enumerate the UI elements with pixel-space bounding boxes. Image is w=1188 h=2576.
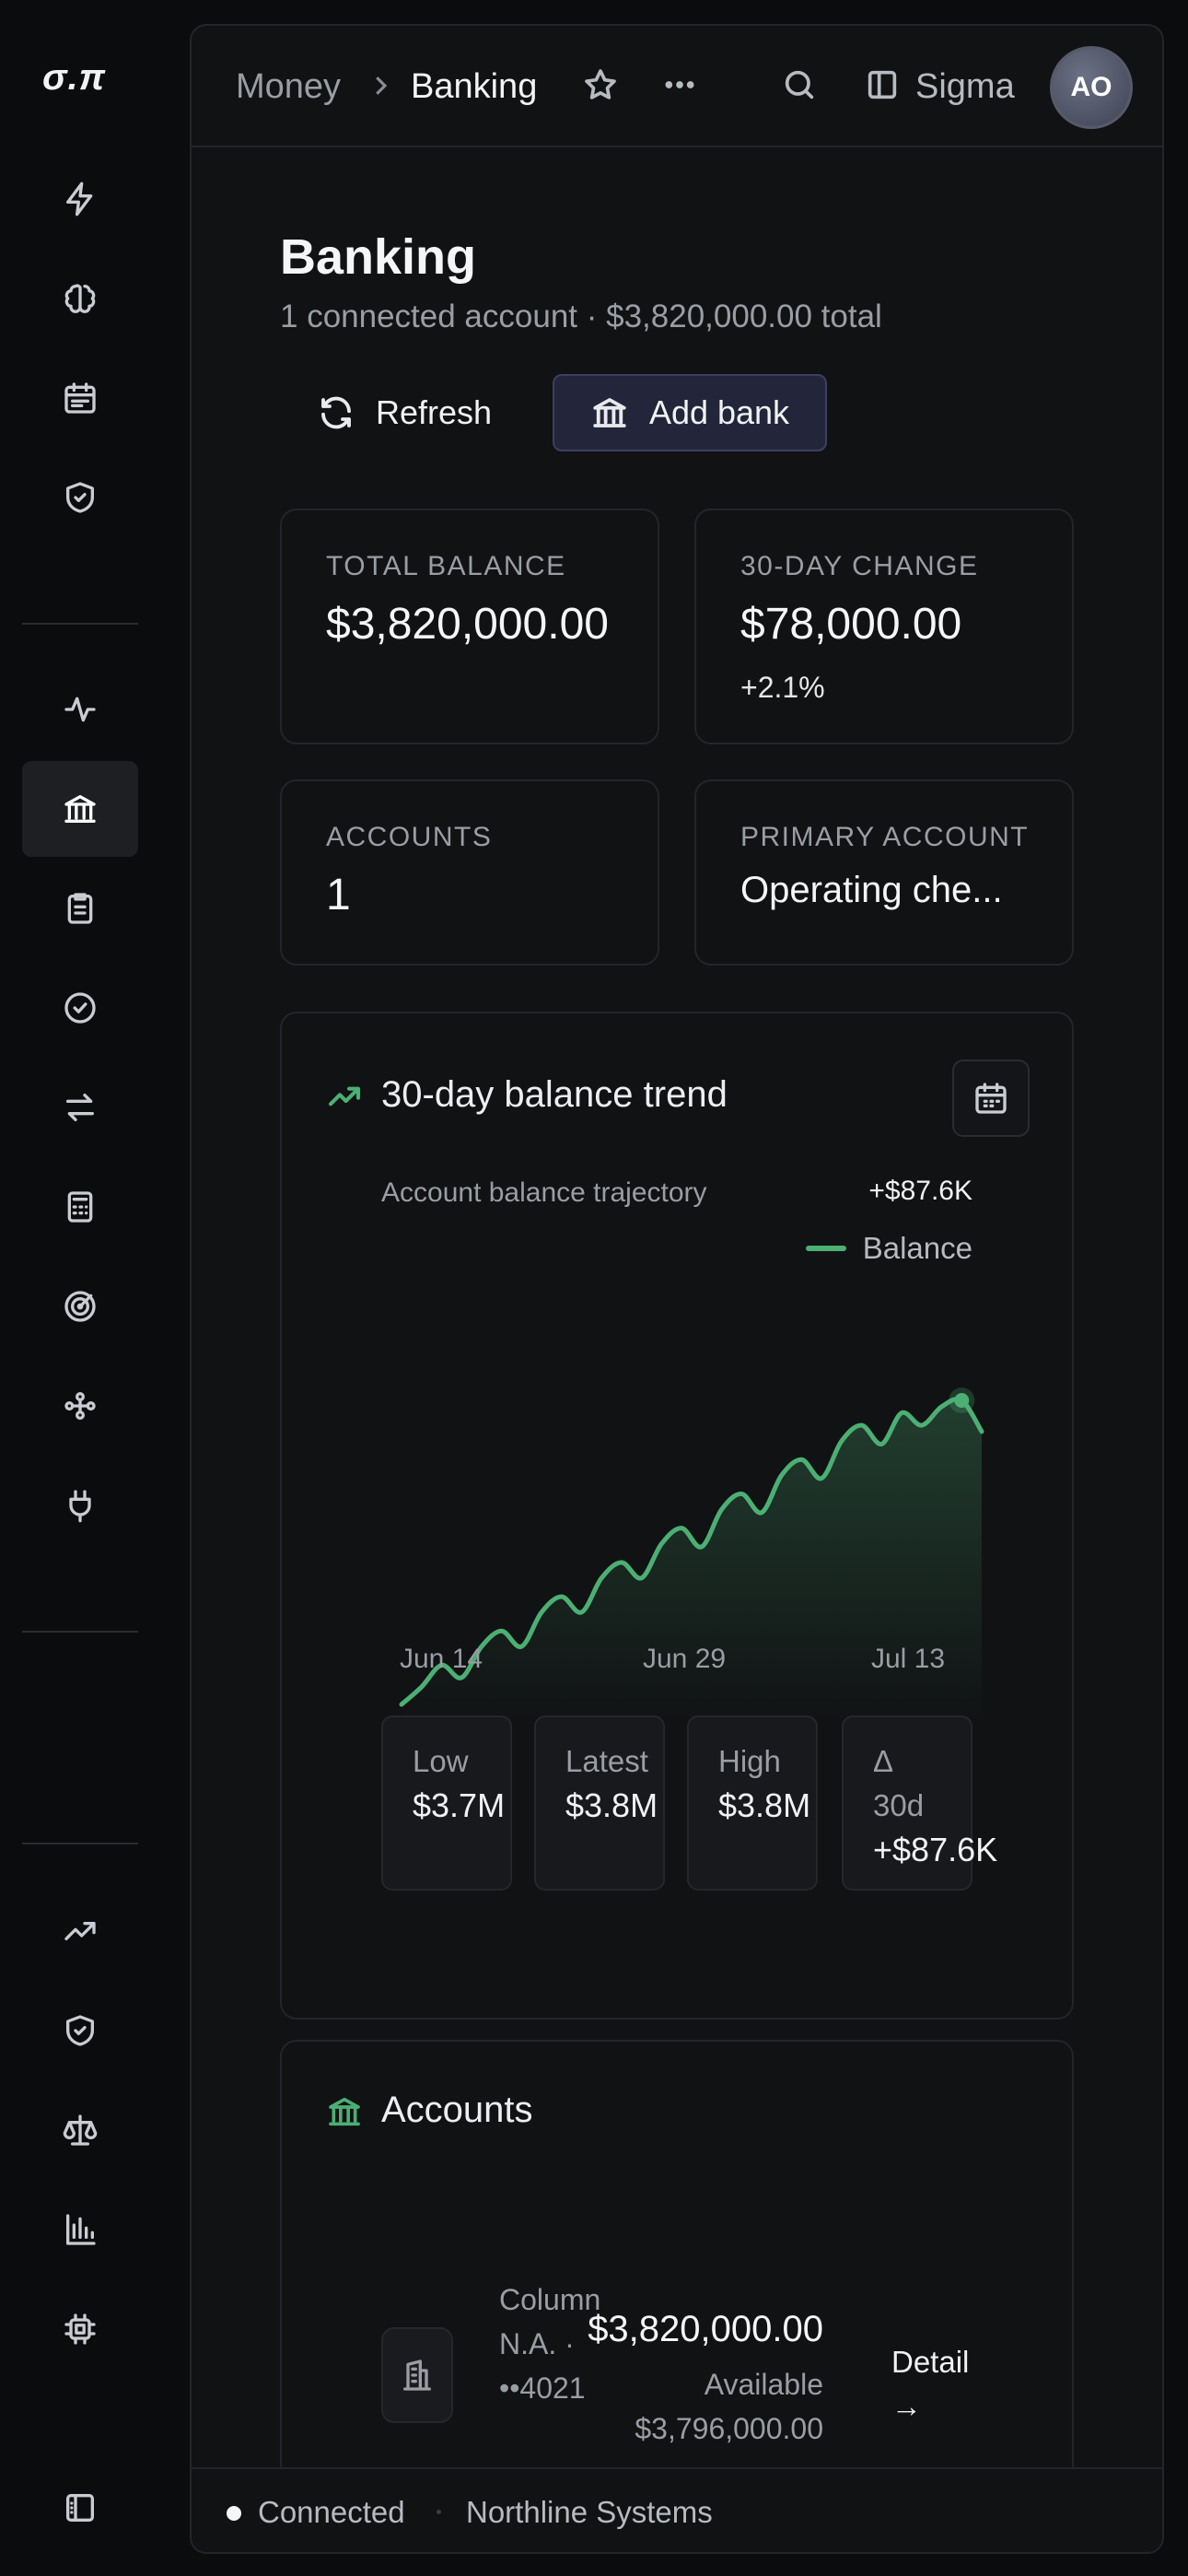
refresh-icon [321,396,351,429]
trending-up-icon[interactable] [22,1883,138,1979]
badge-check-icon[interactable] [22,960,138,1056]
target-icon[interactable] [22,1259,138,1354]
footer-separator [437,2510,441,2514]
page-title: Banking [280,229,477,285]
cpu-icon[interactable] [22,2281,138,2377]
scale-icon[interactable] [22,2082,138,2178]
chart-delta: +$87.6K [868,1176,973,1206]
arrows-swap-icon[interactable] [22,1060,138,1155]
plug-icon[interactable] [22,1458,138,1553]
stat-low: Low $3.7M [381,1715,512,1891]
stat-value: $3.7M [413,1786,506,1824]
trend-title: 30-day balance trend [381,1074,728,1115]
sidebar-divider [22,1631,138,1633]
top-bar: Money Banking Sigma AO [192,26,1162,147]
calculator-icon[interactable] [22,1159,138,1255]
calendar-icon [975,1083,1007,1114]
balance-trend-card: 30-day balance trend Account balance tra… [280,1012,1074,2020]
stat-label: Δ 30d [873,1744,925,1822]
available-label: Available [704,2368,823,2401]
app-logo[interactable]: σ.π [42,57,106,99]
sidebar-divider [22,623,138,625]
stat-label: Latest [565,1744,648,1778]
stat-delta: Δ 30d +$87.6K [842,1715,998,1891]
stat-label: Low [413,1744,469,1778]
primary-value: Operating che... [740,870,1003,910]
breadcrumb-money[interactable]: Money [236,67,341,107]
legend-label: Balance [862,1231,973,1265]
star-icon[interactable] [578,63,623,107]
stat-value: $3.8M [565,1786,658,1824]
clipboard-icon[interactable] [22,861,138,956]
workflow-icon[interactable] [22,1358,138,1454]
bar-chart-icon[interactable] [22,2182,138,2277]
breadcrumb-banking: Banking [411,67,538,106]
refresh-button[interactable]: Refresh [317,374,527,451]
add-bank-button[interactable]: Add bank [553,374,827,451]
change-pct: +2.1% [740,671,825,704]
total-balance-card: TOTAL BALANCE $3,820,000.00 [280,509,659,744]
sidebar-toggle-icon[interactable] [22,2460,138,2556]
connection-status: Connected [258,2495,405,2529]
status-bar: Connected Northline Systems [192,2467,1162,2552]
chart-legend: Balance [805,1231,973,1266]
trending-up-icon [326,1078,363,1119]
sidebar: σ.π [0,0,184,2576]
total-balance-value: $3,820,000.00 [326,600,609,649]
accounts-value: 1 [326,871,351,919]
more-icon[interactable] [658,63,702,107]
available-value: $3,796,000.00 [635,2412,823,2445]
search-icon[interactable] [777,63,821,107]
bank-icon [326,2093,363,2135]
add-bank-label: Add bank [648,393,790,431]
accounts-count-card: ACCOUNTS 1 [280,779,659,966]
workspace-switcher[interactable]: Sigma [915,67,1015,107]
primary-label: PRIMARY ACCOUNT [740,822,1030,852]
stat-value: $3.8M [718,1786,811,1824]
building-icon [403,2359,431,2391]
legend-swatch [805,1246,846,1251]
stat-high: High $3.8M [687,1715,818,1891]
change-label: 30-DAY CHANGE [740,551,979,581]
account-detail-link[interactable]: Detail → [891,2340,1002,2429]
main-panel: Money Banking Sigma AO Banking 1 connect… [190,24,1164,2554]
panel-icon[interactable] [860,63,904,107]
calendar-icon[interactable] [22,350,138,446]
page-subtitle: 1 connected account · $3,820,000.00 tota… [280,299,882,334]
chart-subtitle: Account balance trajectory [381,1177,707,1208]
org-name[interactable]: Northline Systems [466,2495,713,2530]
chevron-right-icon [367,70,394,106]
avatar[interactable]: AO [1050,46,1133,129]
bank-icon [593,398,626,427]
brain-icon[interactable] [22,251,138,346]
stat-label: High [718,1744,781,1778]
account-balance: $3,820,000.00 [588,2309,823,2349]
data-point[interactable] [954,1393,970,1408]
x-tick-label: Jun 14 [400,1644,483,1674]
change-card: 30-DAY CHANGE $78,000.00 +2.1% [694,509,1074,744]
bank-logo [381,2327,453,2423]
bank-icon[interactable] [22,761,138,857]
bolt-icon[interactable] [22,151,138,247]
x-tick-label: Jul 13 [871,1644,946,1674]
status-dot [227,2506,241,2521]
account-available: Available $3,796,000.00 [635,2362,823,2451]
stat-latest: Latest $3.8M [534,1715,665,1891]
x-tick-label: Jun 29 [643,1644,727,1674]
shield-check-icon[interactable] [22,1983,138,2078]
primary-account-card[interactable]: PRIMARY ACCOUNT Operating che... [694,779,1074,966]
activity-icon[interactable] [22,662,138,757]
change-value: $78,000.00 [740,600,962,649]
stat-value: +$87.6K [873,1831,998,1868]
refresh-label: Refresh [376,393,493,431]
accounts-label: ACCOUNTS [326,822,493,852]
balance-chart[interactable] [374,1290,1000,1751]
date-range-button[interactable] [952,1060,1030,1137]
total-balance-label: TOTAL BALANCE [326,551,566,581]
accounts-title: Accounts [381,2090,533,2130]
sidebar-divider [22,1843,138,1844]
shield-check-icon[interactable] [22,450,138,545]
